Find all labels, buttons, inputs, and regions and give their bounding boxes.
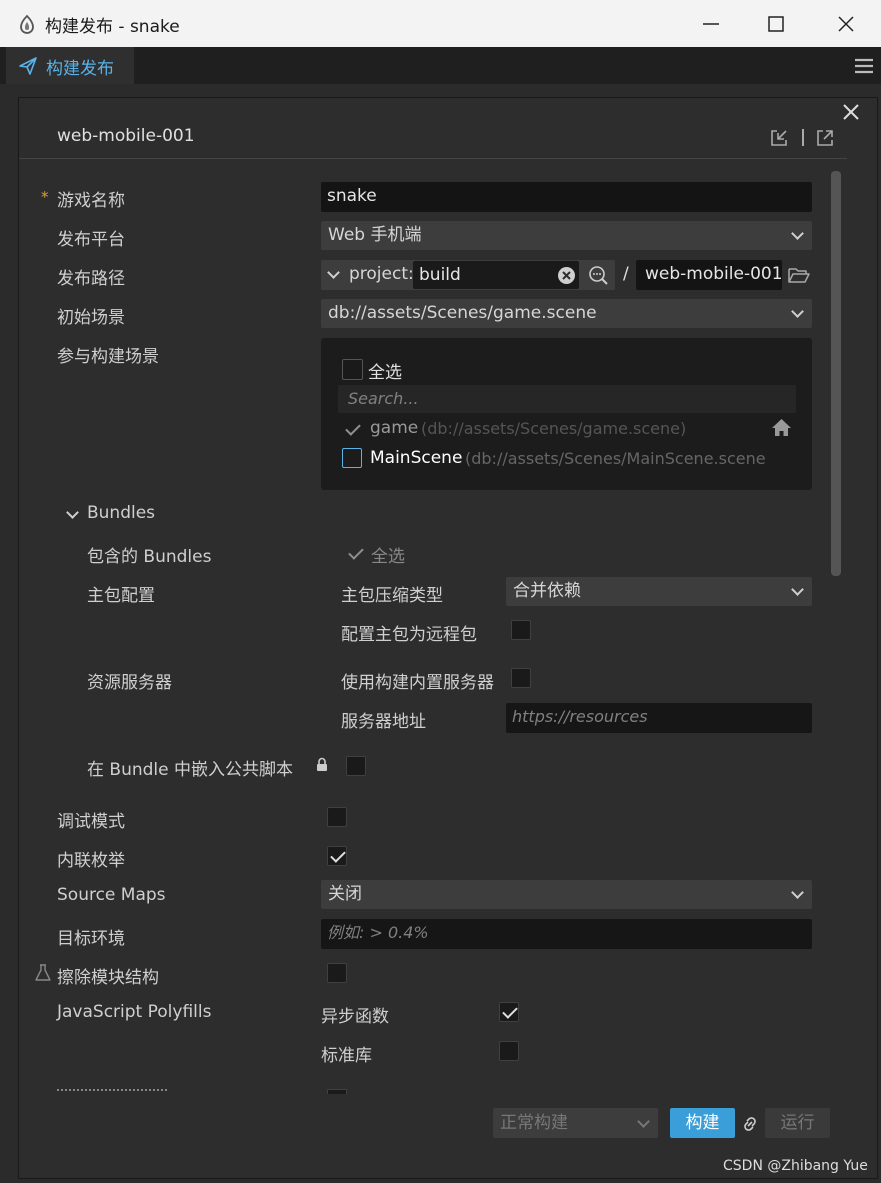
chevron-down-icon [791,305,804,318]
remote-main-label: 配置主包为远程包 [341,625,477,645]
maximize-icon[interactable] [767,15,785,33]
server-address-label: 服务器地址 [341,712,426,732]
paper-plane-icon [19,57,37,75]
build-panel: web-mobile-001 * 游戏名称 snake 发布平台 Web 手机端… [18,97,878,1179]
clipped-row [57,1086,177,1094]
clipped-checkbox [327,1089,347,1094]
clear-icon[interactable] [557,266,576,285]
source-maps-value: 关闭 [328,884,362,904]
async-functions-label: 异步函数 [321,1007,389,1027]
target-env-label: 目标环境 [57,929,125,949]
menu-icon[interactable] [854,56,874,76]
divider [802,129,804,146]
folder-icon[interactable] [788,266,810,284]
scene-name: MainScene [370,448,463,468]
search-path-icon[interactable] [588,265,609,286]
embed-script-label: 在 Bundle 中嵌入公共脚本 [87,760,293,780]
target-env-input[interactable]: 例如: > 0.4% [321,919,812,949]
title-bar: 构建发布 - snake [0,0,881,47]
build-path-label: 发布路径 [57,269,125,289]
select-all-scenes-checkbox[interactable] [342,359,363,380]
required-marker: * [41,188,49,206]
scene-path: (db://assets/Scenes/game.scene) [421,419,687,438]
included-bundles-value: 全选 [371,547,405,567]
task-name: web-mobile-001 [57,126,195,146]
tab-label: 构建发布 [46,59,114,79]
remote-main-checkbox[interactable] [511,620,531,640]
chevron-down-icon [791,227,804,240]
build-type-value: 正常构建 [500,1113,568,1133]
chevron-down-icon [791,583,804,596]
start-scene-value: db://assets/Scenes/game.scene [328,303,597,323]
erase-module-label: 擦除模块结构 [57,968,159,988]
tab-build-publish[interactable]: 构建发布 [6,47,134,84]
platform-value: Web 手机端 [328,225,422,245]
builtin-server-label: 使用构建内置服务器 [341,673,494,693]
link-icon[interactable] [739,1114,761,1134]
stdlib-checkbox[interactable] [499,1041,519,1061]
chevron-down-icon [637,1115,650,1128]
export-icon[interactable] [815,128,835,148]
server-address-input[interactable]: https://resources [506,703,812,733]
inline-enum-checkbox[interactable] [327,846,347,866]
window-title: 构建发布 - snake [45,17,180,37]
included-scenes-label: 参与构建场景 [57,347,159,367]
start-scene-select[interactable]: db://assets/Scenes/game.scene [321,299,812,328]
path-prefix: project: [349,264,414,284]
collapse-chevron-icon[interactable] [66,506,79,519]
included-bundles-label: 包含的 Bundles [87,547,212,567]
watermark: CSDN @Zhibang Yue [723,1158,868,1174]
tab-bar: 构建发布 [0,47,881,84]
debug-mode-label: 调试模式 [57,812,125,832]
scene-checkbox[interactable] [342,419,362,439]
source-maps-label: Source Maps [57,885,166,905]
lock-icon [317,757,327,771]
scene-list-box: 全选 Search... game (db://assets/Scenes/ga… [321,338,812,490]
build-button[interactable]: 构建 [670,1108,735,1138]
embed-script-checkbox[interactable] [346,756,366,776]
game-name-label: 游戏名称 [57,191,125,211]
run-button[interactable]: 运行 [765,1108,830,1138]
header-divider [19,158,847,159]
debug-mode-checkbox[interactable] [327,807,347,827]
bundles-header[interactable]: Bundles [87,503,155,523]
select-all-scenes-label: 全选 [368,363,402,383]
builtin-server-checkbox[interactable] [511,668,531,688]
platform-select[interactable]: Web 手机端 [321,221,812,250]
source-maps-select[interactable]: 关闭 [321,880,812,909]
home-icon[interactable] [771,418,792,437]
main-config-label: 主包配置 [87,586,155,606]
scene-search-input[interactable]: Search... [338,385,796,413]
scrollbar-thumb[interactable] [831,171,841,576]
path-separator: / [623,264,629,284]
platform-label: 发布平台 [57,230,125,250]
polyfills-label: JavaScript Polyfills [57,1002,212,1022]
path-type-chevron-icon[interactable] [327,266,340,279]
erase-module-checkbox[interactable] [327,963,347,983]
build-path-input[interactable]: build [413,261,579,289]
included-bundles-checkbox[interactable] [345,543,365,563]
minimize-icon[interactable] [701,16,721,32]
stdlib-label: 标准库 [321,1046,372,1066]
scene-name: game [370,418,419,438]
output-name-input[interactable]: web-mobile-001 [636,260,782,290]
compression-select[interactable]: 合并依赖 [506,577,812,606]
scene-path: (db://assets/Scenes/MainScene.scene [465,449,766,468]
app-logo-icon [20,14,34,34]
async-functions-checkbox[interactable] [499,1002,519,1022]
chevron-down-icon [791,886,804,899]
game-name-input[interactable]: snake [321,182,812,212]
flask-icon [35,964,51,981]
scene-checkbox[interactable] [342,448,362,468]
resource-server-label: 资源服务器 [87,673,172,693]
import-icon[interactable] [769,128,789,148]
start-scene-label: 初始场景 [57,308,125,328]
build-type-select[interactable]: 正常构建 [493,1108,658,1138]
inline-enum-label: 内联枚举 [57,851,125,871]
close-panel-icon[interactable] [842,103,860,121]
compression-value: 合并依赖 [513,581,581,601]
close-window-icon[interactable] [837,15,855,33]
compression-label: 主包压缩类型 [341,586,443,606]
